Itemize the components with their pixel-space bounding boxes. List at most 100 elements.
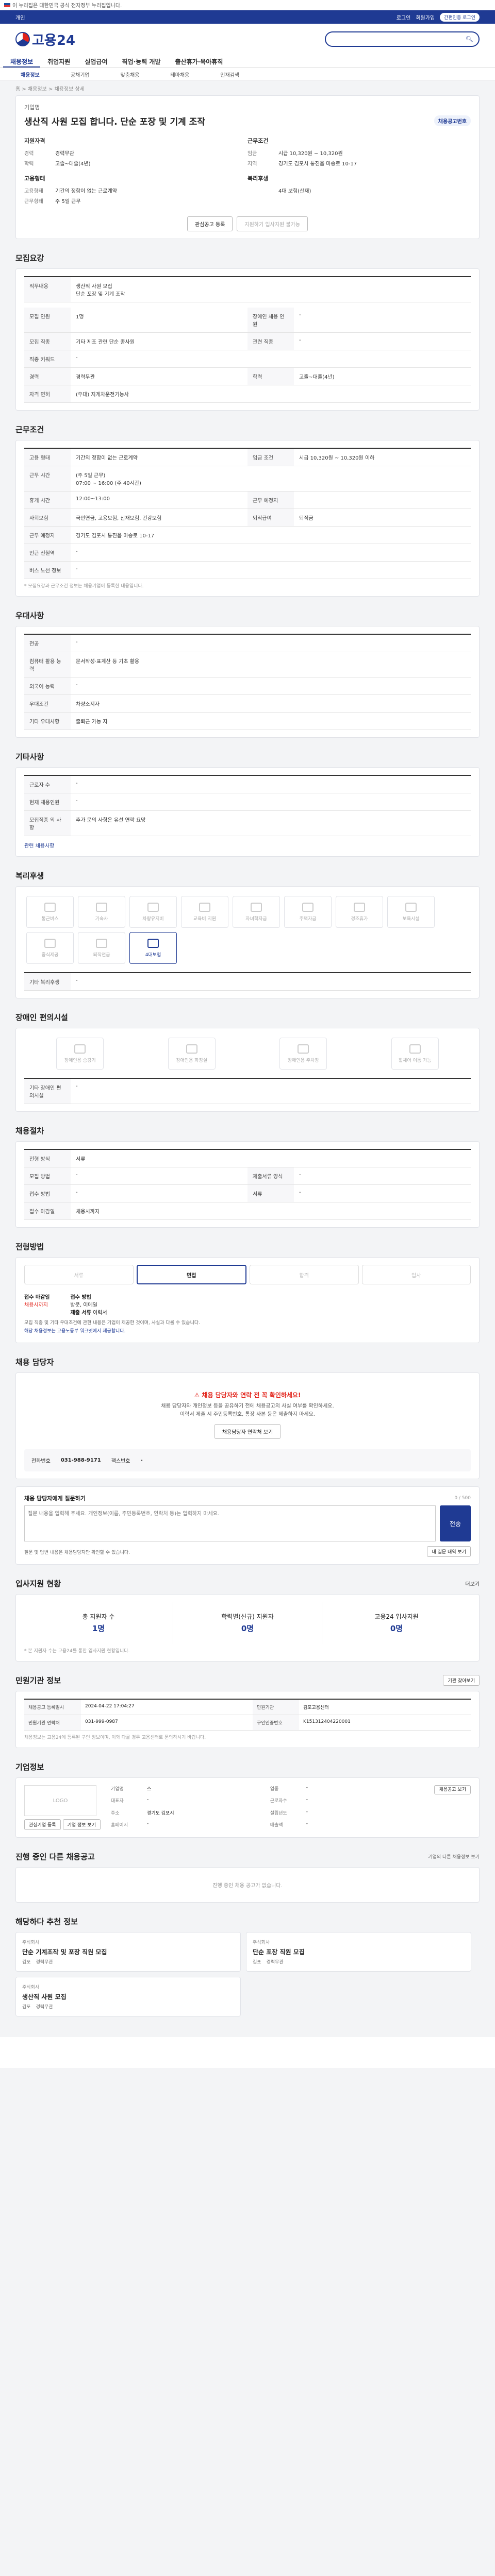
table-row: 경력 경력무관 학력 고졸~대졸(4년) <box>24 368 471 385</box>
inquiry-textarea[interactable] <box>24 1505 436 1541</box>
menu-item-benefit[interactable]: 실업급여 <box>77 55 114 67</box>
breadcrumb: 홈 > 채용정보 > 채용정보 상세 <box>15 87 85 92</box>
status-more-link[interactable]: 더보기 <box>465 1580 480 1587</box>
menu-item-training[interactable]: 직업·능력 개발 <box>115 55 168 67</box>
table-key: 컴퓨터 활용 능력 <box>24 652 71 677</box>
submenu-item-3[interactable]: 맞춤채용 <box>105 68 155 80</box>
show-contact-button[interactable]: 채용담당자 연락처 보기 <box>214 1424 281 1439</box>
reco-item[interactable]: 주식회사 단순 포장 직원 모집 김포 경력무관 <box>246 1932 471 1972</box>
site-logo[interactable]: 고용24 <box>15 30 75 49</box>
search-icon[interactable]: 🔍︎ <box>466 36 473 43</box>
warning-title: ⚠ 채용 담당자와 연락 전 꼭 확인하세요! <box>194 1392 301 1399</box>
submenu-item-2[interactable]: 공채기업 <box>55 68 105 80</box>
summary-key: 근무형태 <box>24 199 43 205</box>
agency-find-button[interactable]: 기관 찾아보기 <box>443 1675 480 1686</box>
table-value: 12:00~13:00 <box>76 496 110 502</box>
facility-label: 장애인용 주차장 <box>287 1058 319 1063</box>
table-value: - <box>299 1190 301 1195</box>
table-key: 휴게 시간 <box>24 492 71 509</box>
warning-text: 채용 담당자와 연락 전 꼭 확인하세요! <box>202 1392 301 1399</box>
welfare-icon <box>44 938 56 948</box>
summary-left-head: 지원자격 <box>24 138 45 144</box>
fax-key: 팩스번호 <box>111 1459 130 1464</box>
agency-value: 2024-04-22 17:04:27 <box>81 1700 253 1715</box>
welfare-icon <box>405 902 417 912</box>
inquiry-counter: 0 / 500 <box>454 1496 471 1501</box>
table-value: (주 5일 근무) 07:00 ~ 16:00 (주 40시간) <box>76 473 141 486</box>
company-jobs-button[interactable]: 채용공고 보기 <box>434 1785 471 1794</box>
summary-row: 4대 보험(산재) <box>248 187 471 194</box>
apply-button[interactable]: 지원하기 입사지원 불가능 <box>237 216 308 231</box>
recruit-card: 직무내용 생산직 사원 모집 단순 포장 및 기계 조작 모집 인원 1명 장애인 채… <box>15 268 480 411</box>
company-key: 기업명 <box>110 1787 124 1792</box>
facility-icon <box>409 1044 421 1054</box>
related-link[interactable]: 관련 채용사항 <box>24 841 471 849</box>
table-key: 사회보험 <box>24 509 71 526</box>
gov-banner: 이 누리집은 대한민국 공식 전자정부 누리집입니다. <box>0 0 495 10</box>
table-key: 기타 복리후생 <box>24 973 71 990</box>
disabled-extra: 기타 장애인 편의시설 - <box>24 1078 471 1104</box>
company-value: - <box>306 1809 308 1815</box>
inquiry-title: 채용 담당자에게 질문하기 <box>24 1495 86 1502</box>
facility-item: 장애인용 화장실 <box>168 1038 216 1070</box>
menu-item-leave[interactable]: 출산휴가·육아휴직 <box>168 55 230 67</box>
signup-link[interactable]: 회원가입 <box>416 13 435 21</box>
cert-login-button[interactable]: 간편인증 로그인 <box>440 12 480 22</box>
interest-button[interactable]: 관심공고 등록 <box>187 216 233 231</box>
table-row: 직종 키워드 - <box>24 350 471 368</box>
login-link[interactable]: 로그인 <box>397 13 411 21</box>
disabled-card: 장애인용 승강기 장애인용 화장실 장애인용 주차장 휠체어 이동 가능 기타 장애인… <box>15 1028 480 1112</box>
table-value: 추가 문의 사항은 유선 연락 요망 <box>76 818 146 823</box>
inquiry-send-button[interactable]: 전송 <box>440 1505 471 1541</box>
process-deadline: 접수 마감일 채용시까지 <box>24 1293 50 1316</box>
submenu-item-5[interactable]: 인재검색 <box>205 68 255 80</box>
main-menu: 채용정보 취업지원 실업급여 직업·능력 개발 출산휴가·육아휴직 <box>0 55 495 68</box>
agency-key: 민원기관 <box>253 1700 299 1715</box>
welfare-icon <box>354 902 365 912</box>
reco-item[interactable]: 주식회사 생산직 사원 모집 김포 경력무관 <box>15 1977 241 2016</box>
agency-head: 민원기관 정보 기관 찾아보기 <box>15 1675 480 1686</box>
table-row: 접수 방법 - 서류 - <box>24 1185 471 1202</box>
table-key: 접수 마감일 <box>24 1202 71 1219</box>
table-row: 직무내용 생산직 사원 모집 단순 포장 및 기계 조작 <box>24 277 471 302</box>
table-row: 자격 면허 (우대) 지게차운전기능사 <box>24 385 471 403</box>
summary-value: 4대 보험(산재) <box>278 189 311 194</box>
my-question-button[interactable]: 내 질문 내역 보기 <box>427 1546 471 1557</box>
table-value: 퇴직금 <box>299 516 314 521</box>
reco-company: 주식회사 <box>253 1940 270 1945</box>
table-key: 장애인 채용 인원 <box>248 308 294 332</box>
table-key: 관련 직종 <box>248 333 294 350</box>
reco-item[interactable]: 주식회사 단순 기계조작 및 포장 직원 모집 김포 경력무관 <box>15 1932 241 1972</box>
table-value <box>294 492 471 509</box>
welfare-card: 통근버스 기숙사 차량유지비 교육비 지원 자녀학자금 주택자금 경조휴가 보육시설 중식제공 퇴… <box>15 886 480 998</box>
others-more-link[interactable]: 기업의 다른 채용정보 보기 <box>428 1853 480 1860</box>
company-info-button[interactable]: 기업 정보 보기 <box>62 1819 101 1830</box>
table-row: 근로자 수- <box>24 776 471 793</box>
facility-icon <box>298 1044 309 1054</box>
table-key: 전공 <box>24 635 71 652</box>
search-input[interactable]: 🔍︎ <box>325 31 480 47</box>
facility-label: 장애인용 화장실 <box>176 1058 208 1063</box>
logo-icon <box>15 32 30 46</box>
table-key: 자격 면허 <box>24 385 71 402</box>
stat-item: 학력별(신규) 지원자 0명 <box>173 1602 322 1644</box>
company-value: - <box>306 1821 308 1826</box>
recruit-rows: 모집 인원 1명 장애인 채용 인원 - 모집 직종 기타 제조 관련 단순 종사원 관련 … <box>24 308 471 403</box>
menu-item-jobs[interactable]: 채용정보 <box>3 55 41 67</box>
table-value: - <box>76 978 78 984</box>
manager-contact: 전화번호 031-988-9171 팩스번호 - <box>24 1449 471 1471</box>
submenu-item-1[interactable]: 채용정보 <box>5 68 55 80</box>
welfare-item: 통근버스 <box>26 896 74 928</box>
company-key: 매출액 <box>270 1822 283 1828</box>
table-value: 경기도 김포시 통진읍 마송로 10-17 <box>76 533 155 539</box>
welfare-item: 중식제공 <box>26 932 74 964</box>
job-title: 생산직 사원 모집 합니다. 단순 포장 및 기계 조작 <box>24 117 205 127</box>
menu-item-support[interactable]: 취업지원 <box>40 55 77 67</box>
submenu-item-4[interactable]: 테마채용 <box>155 68 205 80</box>
gnb-personal-tab[interactable]: 개인 <box>15 13 25 21</box>
table-row: 현재 채용인원 - <box>24 793 471 811</box>
site-header: 고용24 🔍︎ <box>0 24 495 55</box>
summary-row: 학력 고졸~대졸(4년) <box>24 159 248 167</box>
company-interest-button[interactable]: 관심기업 등록 <box>24 1819 61 1830</box>
selection-section-title: 채용절차 <box>15 1126 44 1136</box>
